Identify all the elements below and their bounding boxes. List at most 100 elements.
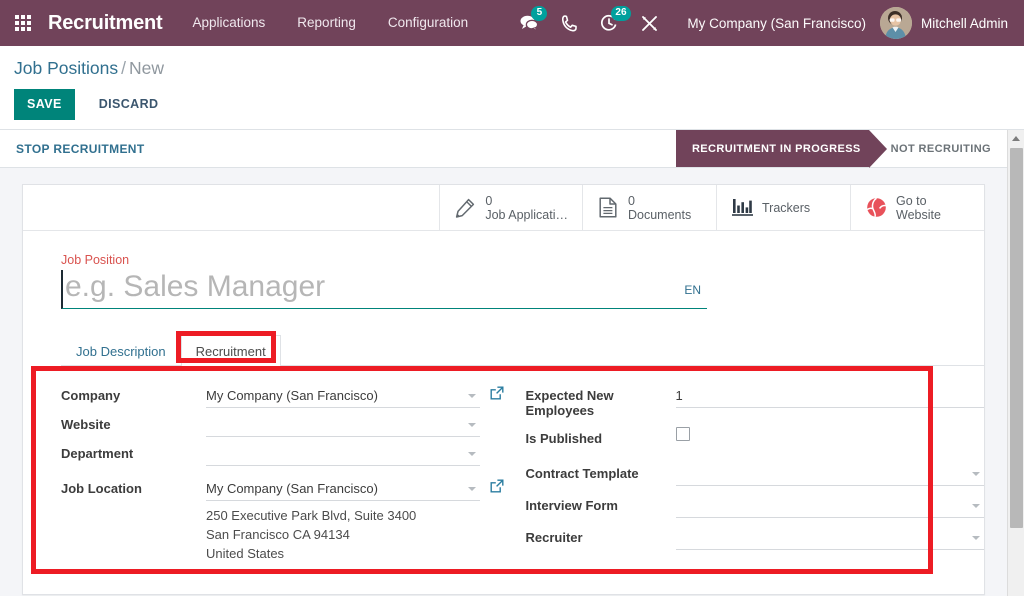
field-interview-form[interactable] [676, 494, 985, 518]
notebook: Job Description Recruitment [61, 335, 984, 366]
label-is-published: Is Published [526, 427, 676, 446]
field-row-expected-new-employees: Expected New Employees 1 [526, 384, 985, 418]
breadcrumb: Job Positions/New [14, 58, 1024, 79]
stat-label-go-to-website: Go to Website [896, 194, 958, 222]
tab-job-description[interactable]: Job Description [61, 335, 181, 366]
form-column-left: Company My Company (San Francisco) [23, 384, 504, 566]
field-row-website: Website [61, 413, 504, 439]
breadcrumb-job-positions[interactable]: Job Positions [14, 58, 118, 78]
field-wrap-website [206, 413, 504, 437]
save-button[interactable]: SAVE [14, 89, 75, 120]
field-wrap-department [206, 442, 504, 466]
field-job-location[interactable]: My Company (San Francisco) [206, 477, 480, 501]
field-row-job-location: Job Location My Company (San Francisco) [61, 477, 504, 563]
stat-button-box: 0 Job Applicati… [23, 185, 984, 231]
field-row-contract-template: Contract Template [526, 462, 985, 488]
vertical-scrollbar[interactable] [1007, 130, 1024, 596]
stop-recruitment-button[interactable]: STOP RECRUITMENT [16, 130, 145, 167]
external-link-icon-company[interactable] [490, 384, 504, 405]
status-stages: RECRUITMENT IN PROGRESS NOT RECRUITING [676, 130, 1007, 167]
stage-recruitment-in-progress[interactable]: RECRUITMENT IN PROGRESS [676, 130, 869, 167]
interview-form-input[interactable] [676, 494, 985, 518]
company-input[interactable]: My Company (San Francisco) [206, 384, 480, 408]
stage-not-recruiting[interactable]: NOT RECRUITING [883, 130, 1007, 167]
apps-grid-icon[interactable] [8, 8, 38, 38]
field-wrap-company: My Company (San Francisco) [206, 384, 504, 408]
form-scroll-container: STOP RECRUITMENT RECRUITMENT IN PROGRESS… [0, 130, 1007, 596]
top-navbar: Recruitment Applications Reporting Confi… [0, 0, 1024, 46]
bar-chart-icon [731, 198, 753, 217]
scrollbar-thumb[interactable] [1010, 148, 1023, 528]
label-job-location: Job Location [61, 477, 206, 496]
external-link-icon-job-location[interactable] [490, 477, 504, 498]
active-company-label[interactable]: My Company (San Francisco) [669, 16, 880, 31]
job-location-control: My Company (San Francisco) [206, 477, 504, 501]
control-panel-buttons: SAVE DISCARD [14, 89, 1024, 120]
field-company[interactable]: My Company (San Francisco) [206, 384, 480, 408]
chevron-down-icon[interactable] [468, 423, 476, 427]
stat-button-go-to-website[interactable]: Go to Website [850, 185, 984, 230]
job-position-input[interactable] [61, 270, 707, 309]
company-value: My Company (San Francisco) [206, 388, 378, 403]
discard-button[interactable]: DISCARD [85, 89, 173, 120]
field-row-company: Company My Company (San Francisco) [61, 384, 504, 410]
field-wrap-job-location: My Company (San Francisco) [206, 477, 504, 563]
chevron-down-icon[interactable] [972, 472, 980, 476]
sheet-wrapper: 0 Job Applicati… [0, 168, 1007, 595]
breadcrumb-separator: / [118, 58, 129, 78]
stat-label-trackers: Trackers [762, 201, 810, 215]
job-location-input[interactable]: My Company (San Francisco) [206, 477, 480, 501]
user-name-label: Mitchell Admin [921, 16, 1008, 31]
stat-button-documents[interactable]: 0 Documents [582, 185, 716, 230]
chevron-down-icon[interactable] [972, 536, 980, 540]
messages-icon[interactable]: 5 [509, 0, 549, 46]
stat-label-documents: Documents [628, 208, 691, 222]
field-department[interactable] [206, 442, 480, 466]
website-input[interactable] [206, 413, 480, 437]
chevron-down-icon[interactable] [468, 452, 476, 456]
field-contract-template[interactable] [676, 462, 985, 486]
label-company: Company [61, 384, 206, 403]
activities-clock-icon[interactable]: 26 [589, 0, 629, 46]
field-website[interactable] [206, 413, 480, 437]
menu-applications[interactable]: Applications [177, 0, 282, 46]
label-department: Department [61, 442, 206, 461]
pencil-icon [454, 198, 476, 218]
status-bar-spacer [145, 130, 676, 167]
menu-reporting[interactable]: Reporting [281, 0, 372, 46]
chevron-down-icon[interactable] [972, 504, 980, 508]
field-row-is-published: Is Published [526, 427, 985, 453]
stat-button-job-applications[interactable]: 0 Job Applicati… [439, 185, 582, 230]
menu-configuration[interactable]: Configuration [372, 0, 484, 46]
avatar [880, 7, 912, 39]
label-expected-new-employees: Expected New Employees [526, 384, 676, 418]
systray: 5 26 [509, 0, 669, 46]
department-input[interactable] [206, 442, 480, 466]
is-published-checkbox[interactable] [676, 427, 690, 441]
scroll-up-arrow-icon[interactable] [1008, 130, 1024, 147]
stat-button-trackers[interactable]: Trackers [716, 185, 850, 230]
contract-template-input[interactable] [676, 462, 985, 486]
app-brand-title[interactable]: Recruitment [42, 12, 177, 35]
label-interview-form: Interview Form [526, 494, 676, 513]
label-contract-template: Contract Template [526, 462, 676, 481]
stat-text-job-applications: 0 Job Applicati… [485, 194, 568, 222]
form-sheet: 0 Job Applicati… [22, 184, 985, 595]
field-recruiter[interactable] [676, 526, 985, 550]
language-badge[interactable]: EN [684, 283, 701, 297]
address-line-3: United States [206, 544, 504, 563]
field-row-interview-form: Interview Form [526, 494, 985, 520]
recruiter-input[interactable] [676, 526, 985, 550]
tab-recruitment[interactable]: Recruitment [181, 335, 281, 366]
stat-value-job-applications: 0 [485, 194, 568, 208]
job-position-row: EN [61, 270, 707, 309]
field-is-published[interactable] [676, 427, 985, 446]
chevron-down-icon[interactable] [468, 394, 476, 398]
expected-new-employees-input[interactable]: 1 [676, 384, 985, 408]
user-menu[interactable]: Mitchell Admin [880, 7, 1014, 39]
debug-tools-icon[interactable] [629, 0, 669, 46]
chevron-down-icon[interactable] [468, 487, 476, 491]
field-expected-new-employees[interactable]: 1 [676, 384, 985, 408]
phone-icon[interactable] [549, 0, 589, 46]
document-icon [597, 197, 619, 218]
